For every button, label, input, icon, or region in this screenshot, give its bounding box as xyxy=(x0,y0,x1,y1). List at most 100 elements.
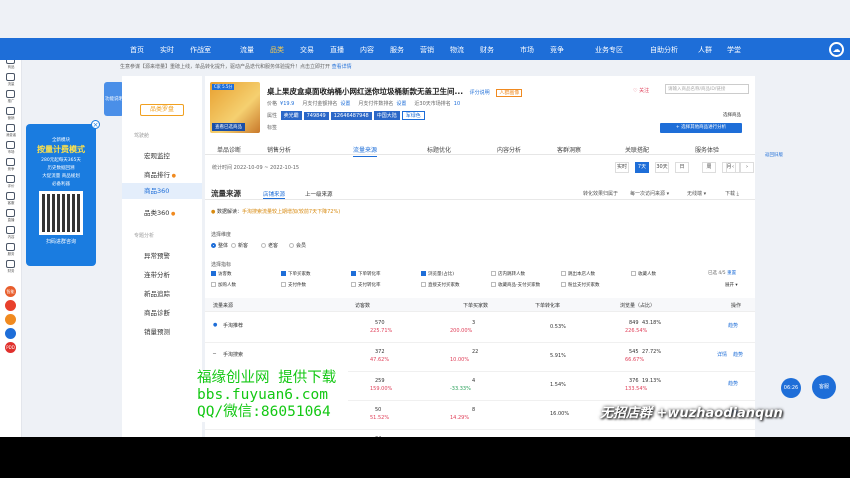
tab-0[interactable]: 单品诊断 xyxy=(217,145,241,154)
nav-item[interactable]: 人群 xyxy=(698,45,712,55)
feature-tip[interactable]: 功能说明 xyxy=(104,82,124,116)
metric-checkbox[interactable]: 下单买家数 xyxy=(281,271,311,277)
dimension-radio[interactable]: 新客 xyxy=(231,242,248,249)
notice-link[interactable]: 查看详情 xyxy=(332,64,352,70)
period-button[interactable]: 30天 xyxy=(655,162,669,173)
rail-item[interactable]: 推广 xyxy=(0,90,21,106)
select-other-product-button[interactable]: + 选择其他商品进行分析 xyxy=(660,123,742,133)
download-button[interactable]: 下载 ⤓ xyxy=(725,190,739,197)
period-button[interactable]: 日 xyxy=(675,162,689,173)
customer-service-button[interactable]: 客服 xyxy=(812,375,836,399)
tab-3[interactable]: 标题优化 xyxy=(427,145,451,154)
sidebar-item[interactable]: 连带分析 xyxy=(144,269,170,279)
upper-source-tab[interactable]: 上一级来源 xyxy=(305,190,333,198)
rail-item[interactable]: 市场 xyxy=(0,141,21,157)
tab-7[interactable]: 服务体验 xyxy=(695,145,719,154)
rail-circle-button[interactable]: 智能 xyxy=(5,286,16,297)
rail-item[interactable]: 客服 xyxy=(0,192,21,208)
cloud-logo-icon[interactable]: ☁ xyxy=(829,42,844,57)
metric-checkbox[interactable]: 加购人数 xyxy=(211,282,236,288)
score-explain-link[interactable]: 评分说明 xyxy=(470,90,490,96)
metric-checkbox[interactable]: 收藏人数 xyxy=(631,271,656,277)
crowd-portrait-badge[interactable]: 人群画像 xyxy=(496,89,523,97)
tab-5[interactable]: 客群洞察 xyxy=(557,145,581,154)
promo-cta[interactable]: 扫码进群咨询 xyxy=(26,238,96,245)
rail-item[interactable]: 营销 xyxy=(0,107,21,123)
sidebar-item[interactable]: 品类360 ● xyxy=(144,207,175,217)
nav-item[interactable]: 业务专区 xyxy=(595,45,623,55)
nav-item[interactable]: 品类 xyxy=(270,45,284,55)
nav-item[interactable]: 服务 xyxy=(390,45,404,55)
reset-link[interactable]: 重置 xyxy=(727,271,736,276)
metric-checkbox[interactable]: 支付转化率 xyxy=(351,282,381,288)
nav-item[interactable]: 流量 xyxy=(240,45,254,55)
rail-item[interactable]: 消费者 xyxy=(0,124,21,140)
meta-value[interactable]: 设置 xyxy=(396,101,406,107)
rail-item[interactable]: 财务 xyxy=(0,260,21,276)
nav-item[interactable]: 竞争 xyxy=(550,45,564,55)
period-nav-arrow[interactable]: ‹ xyxy=(726,162,740,173)
expand-toggle[interactable]: 展开 ▾ xyxy=(725,282,738,288)
tab-2[interactable]: 流量来源 xyxy=(353,145,378,157)
row-action-link[interactable]: 详情 xyxy=(717,351,727,358)
expand-row-icon[interactable]: ● xyxy=(213,322,217,328)
collapse-row-icon[interactable]: ─ xyxy=(213,351,216,357)
view-selected-button[interactable]: 查看已选商品 xyxy=(212,123,245,131)
metric-checkbox[interactable]: 浏览量(占比) xyxy=(421,271,454,277)
nav-item[interactable]: 财务 xyxy=(480,45,494,55)
nav-item[interactable]: 实时 xyxy=(160,45,174,55)
nav-item[interactable]: 作战室 xyxy=(190,45,211,55)
period-button[interactable]: 实时 xyxy=(615,162,629,173)
shop-source-tab[interactable]: 店铺来源 xyxy=(263,190,286,199)
period-button[interactable]: 周 xyxy=(702,162,716,173)
tab-4[interactable]: 内容分析 xyxy=(497,145,521,154)
metric-checkbox[interactable]: 收藏商品-支付买家数 xyxy=(491,282,540,288)
sidebar-item[interactable]: 商品排行 ● xyxy=(144,169,176,179)
tab-6[interactable]: 关联搭配 xyxy=(625,145,649,154)
row-action-link[interactable]: 趋势 xyxy=(728,380,738,387)
metric-checkbox[interactable]: 访客数 xyxy=(211,271,232,277)
period-nav-arrow[interactable]: › xyxy=(740,162,754,173)
metric-checkbox[interactable]: 支付件数 xyxy=(281,282,306,288)
dimension-radio[interactable]: 老客 xyxy=(261,242,278,249)
favorite-button[interactable]: ♡ 关注 xyxy=(633,87,649,94)
metric-checkbox[interactable]: 直接支付买家数 xyxy=(421,282,460,288)
row-action-link[interactable]: 趋势 xyxy=(733,351,743,358)
rail-item[interactable]: 流量 xyxy=(0,73,21,89)
rail-item[interactable]: 内容 xyxy=(0,226,21,242)
device-select[interactable]: 无线端 ▾ xyxy=(687,190,706,197)
table-header-cell[interactable]: 浏览量（占比） xyxy=(620,302,655,309)
nav-item[interactable]: 自助分析 xyxy=(650,45,678,55)
nav-item[interactable]: 交易 xyxy=(300,45,314,55)
nav-item[interactable]: 物流 xyxy=(450,45,464,55)
nav-item[interactable]: 首页 xyxy=(130,45,144,55)
rail-circle-button[interactable]: PDD xyxy=(5,342,16,353)
sidebar-item[interactable]: 销量预测 xyxy=(144,326,170,336)
table-header-cell[interactable]: 下单转化率 xyxy=(535,302,560,309)
rail-item[interactable]: 评价 xyxy=(0,175,21,191)
meta-value[interactable]: 设置 xyxy=(340,101,350,107)
sidebar-item[interactable]: 宏观监控 xyxy=(144,150,170,160)
nav-item[interactable]: 营销 xyxy=(420,45,434,55)
sidebar-item[interactable]: 商品360 xyxy=(122,183,202,199)
table-header-cell[interactable]: 访客数 xyxy=(355,302,370,309)
back-to-old-version[interactable]: 返回旧版 xyxy=(765,153,783,159)
metric-checkbox[interactable]: 跳出本店人数 xyxy=(561,271,595,277)
table-header-cell[interactable]: 下单买家数 xyxy=(463,302,488,309)
sidebar-item[interactable]: 异常预警 xyxy=(144,250,170,260)
rail-item[interactable]: 服务 xyxy=(0,243,21,259)
rail-item[interactable]: 竞争 xyxy=(0,158,21,174)
row-action-link[interactable]: 趋势 xyxy=(728,322,738,329)
nav-item[interactable]: 直播 xyxy=(330,45,344,55)
nav-item[interactable]: 市场 xyxy=(520,45,534,55)
sidebar-item[interactable]: 商品诊断 xyxy=(144,307,170,317)
period-button[interactable]: 7天 xyxy=(635,162,649,173)
dimension-radio[interactable]: 整体 xyxy=(211,242,228,249)
metric-checkbox[interactable]: 粉丝支付买家数 xyxy=(561,282,600,288)
dimension-radio[interactable]: 会员 xyxy=(289,242,306,249)
nav-item[interactable]: 学堂 xyxy=(727,45,741,55)
rail-circle-button[interactable] xyxy=(5,314,16,325)
rail-circle-button[interactable] xyxy=(5,300,16,311)
product-search-input[interactable]: 请输入商品名称/商品ID/链接 xyxy=(665,84,749,94)
close-icon[interactable]: × xyxy=(91,120,100,129)
